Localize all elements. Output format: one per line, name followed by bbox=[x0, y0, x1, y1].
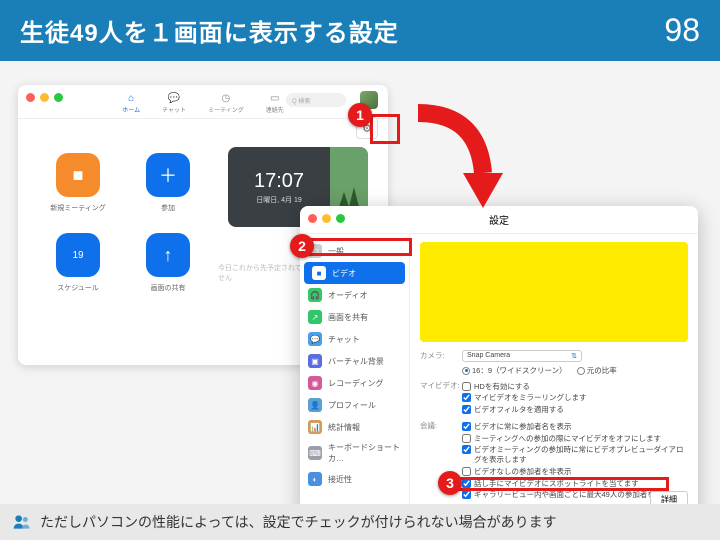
tab-meetings[interactable]: ◷ミーティング bbox=[208, 91, 244, 114]
plus-icon: ＋ bbox=[146, 153, 190, 197]
keyboard-icon: ⌨ bbox=[308, 446, 322, 460]
sidebar-item-audio[interactable]: 🎧オーディオ bbox=[300, 284, 409, 306]
video-icon: ■ bbox=[56, 153, 100, 197]
access-icon: ◐ bbox=[308, 472, 322, 486]
footer-text: ただしパソコンの性能によっては、設定でチェックが付けられない場合があります bbox=[40, 512, 557, 532]
virtual-icon: ▣ bbox=[308, 354, 322, 368]
callout-2: 2 bbox=[290, 234, 314, 258]
radio-orig[interactable]: 元の比率 bbox=[577, 365, 617, 376]
chat-icon: 💬 bbox=[308, 332, 322, 346]
tile-join[interactable]: ＋参加 bbox=[138, 153, 198, 213]
person-icon bbox=[12, 512, 32, 532]
chk-hd[interactable]: HDを有効にする bbox=[462, 382, 688, 392]
chk-preview[interactable]: ビデオミーティングの参加時に常にビデオプレビューダイアログを表示します bbox=[462, 445, 688, 465]
sidebar-item-general[interactable]: ◻一般 bbox=[300, 240, 409, 262]
tile-schedule[interactable]: 19スケジュール bbox=[48, 233, 108, 293]
sidebar-item-record[interactable]: ◉レコーディング bbox=[300, 372, 409, 394]
search-input[interactable]: Q 検索 bbox=[286, 93, 346, 107]
traffic-lights[interactable] bbox=[308, 214, 345, 223]
close-icon[interactable] bbox=[26, 93, 35, 102]
slide-title: 生徒49人を１画面に表示する設定 bbox=[20, 13, 399, 48]
maximize-icon[interactable] bbox=[54, 93, 63, 102]
share-icon: ↑ bbox=[146, 233, 190, 277]
sidebar-item-access[interactable]: ◐接近性 bbox=[300, 468, 409, 490]
clock-icon: ◷ bbox=[219, 91, 233, 105]
camera-select[interactable]: Snap Camera ⇅ bbox=[462, 350, 582, 362]
action-tiles: ■新規ミーティング ＋参加 19スケジュール ↑画面の共有 bbox=[48, 153, 198, 293]
tile-share[interactable]: ↑画面の共有 bbox=[138, 233, 198, 293]
tab-chat[interactable]: 💬チャット bbox=[162, 91, 186, 114]
chk-off-join[interactable]: ミーティングへの参加の際にマイビデオをオフにします bbox=[462, 434, 688, 444]
clock-time: 17:07 bbox=[254, 170, 304, 193]
chk-filter[interactable]: ビデオフィルタを適用する bbox=[462, 405, 688, 415]
arrow-icon bbox=[408, 103, 508, 213]
video-preview bbox=[420, 242, 688, 342]
sidebar-item-virtual[interactable]: ▣バーチャル背景 bbox=[300, 350, 409, 372]
slide-content: ⌂ホーム 💬チャット ◷ミーティング ▭連絡先 Q 検索 ⚙ ■新規ミーティング… bbox=[0, 61, 720, 501]
contacts-icon: ▭ bbox=[268, 91, 282, 105]
callout-1: 1 bbox=[348, 103, 372, 127]
tile-new-meeting[interactable]: ■新規ミーティング bbox=[48, 153, 108, 213]
profile-icon: 👤 bbox=[308, 398, 322, 412]
slide-number: 98 bbox=[664, 12, 700, 49]
sidebar-item-share[interactable]: ↗画面を共有 bbox=[300, 306, 409, 328]
stats-icon: 📊 bbox=[308, 420, 322, 434]
zoom-settings-window: 設定 ◻一般 ■ビデオ 🎧オーディオ ↗画面を共有 💬チャット ▣バーチャル背景… bbox=[300, 206, 698, 516]
tab-contacts[interactable]: ▭連絡先 bbox=[266, 91, 284, 114]
close-icon[interactable] bbox=[308, 214, 317, 223]
traffic-lights[interactable] bbox=[26, 93, 63, 102]
chk-spotlight[interactable]: 話し手にマイビデオにスポットライトを当てます bbox=[462, 479, 688, 489]
video-icon: ■ bbox=[312, 266, 326, 280]
maximize-icon[interactable] bbox=[336, 214, 345, 223]
home-icon: ⌂ bbox=[124, 91, 138, 105]
tab-home[interactable]: ⌂ホーム bbox=[122, 91, 140, 114]
radio-169[interactable]: 16：9（ワイドスクリーン） bbox=[462, 365, 567, 376]
clock-date: 日曜日, 4月 19 bbox=[256, 195, 302, 205]
chk-hide-nv[interactable]: ビデオなしの参加者を非表示 bbox=[462, 467, 688, 477]
footer-note: ただしパソコンの性能によっては、設定でチェックが付けられない場合があります bbox=[0, 504, 720, 540]
sidebar-item-shortcut[interactable]: ⌨キーボードショートカ… bbox=[300, 438, 409, 468]
minimize-icon[interactable] bbox=[322, 214, 331, 223]
callout-3: 3 bbox=[438, 471, 462, 495]
record-icon: ◉ bbox=[308, 376, 322, 390]
sidebar-item-stats[interactable]: 📊統計情報 bbox=[300, 416, 409, 438]
minimize-icon[interactable] bbox=[40, 93, 49, 102]
chat-icon: 💬 bbox=[167, 91, 181, 105]
sidebar-item-profile[interactable]: 👤プロフィール bbox=[300, 394, 409, 416]
share-icon: ↗ bbox=[308, 310, 322, 324]
slide-header: 生徒49人を１画面に表示する設定 98 bbox=[0, 0, 720, 61]
sidebar-item-chat[interactable]: 💬チャット bbox=[300, 328, 409, 350]
audio-icon: 🎧 bbox=[308, 288, 322, 302]
chk-show-name[interactable]: ビデオに常に参加者名を表示 bbox=[462, 422, 688, 432]
calendar-icon: 19 bbox=[56, 233, 100, 277]
chk-mirror[interactable]: マイビデオをミラーリングします bbox=[462, 393, 688, 403]
settings-sidebar: ◻一般 ■ビデオ 🎧オーディオ ↗画面を共有 💬チャット ▣バーチャル背景 ◉レ… bbox=[300, 234, 410, 516]
sidebar-item-video[interactable]: ■ビデオ bbox=[304, 262, 405, 284]
